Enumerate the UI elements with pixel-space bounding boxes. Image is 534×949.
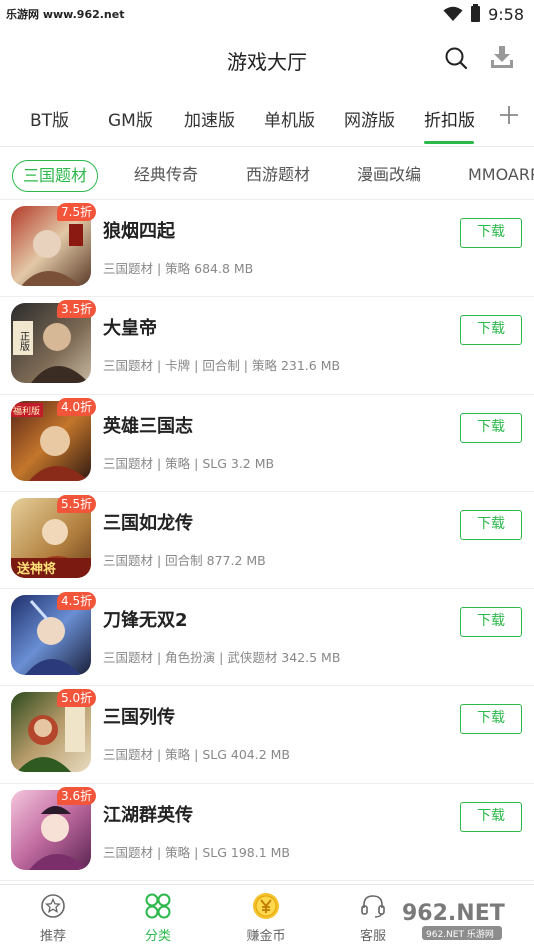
subtab-mmoarpg[interactable]: MMOARPG bbox=[468, 160, 534, 192]
list-item[interactable]: 正版 3.5折 大皇帝 三国题材 | 卡牌 | 回合制 | 策略 231.6 M… bbox=[0, 297, 534, 395]
nav-earn-coins[interactable]: 赚金币 bbox=[226, 891, 306, 944]
game-meta: 三国题材 | 策略 | SLG 3.2 MB bbox=[103, 455, 275, 471]
icon-label: 送神将 bbox=[16, 561, 56, 577]
status-indicators: 9:58 bbox=[443, 4, 524, 24]
game-name: 刀锋无双2 bbox=[103, 610, 188, 632]
download-button[interactable]: 下载 bbox=[460, 218, 522, 248]
discount-badge: 4.5折 bbox=[57, 592, 97, 611]
subtab-three-kingdoms[interactable]: 三国题材 bbox=[12, 160, 99, 192]
search-icon[interactable] bbox=[442, 44, 470, 72]
nav-label: 分类 bbox=[144, 929, 171, 944]
battery-icon bbox=[471, 4, 481, 22]
nav-recommend[interactable]: 推荐 bbox=[13, 891, 93, 944]
discount-badge: 3.6折 bbox=[57, 786, 97, 805]
game-name: 三国如龙传 bbox=[103, 512, 193, 534]
subtab-comic[interactable]: 漫画改编 bbox=[357, 160, 421, 192]
nav-category[interactable]: 分类 bbox=[118, 891, 198, 944]
nav-label: 推荐 bbox=[39, 929, 66, 944]
game-name: 大皇帝 bbox=[103, 318, 157, 340]
tab-gm[interactable]: GM版 bbox=[108, 106, 153, 131]
list-item[interactable]: 4.5折 刀锋无双2 三国题材 | 角色扮演 | 武侠题材 342.5 MB 下… bbox=[0, 589, 534, 687]
download-manager-icon[interactable] bbox=[488, 43, 516, 71]
discount-badge: 5.5折 bbox=[57, 494, 97, 513]
icon-label: 正版 bbox=[18, 331, 30, 352]
game-meta: 三国题材 | 策略 | SLG 198.1 MB bbox=[103, 844, 290, 860]
page-header: 游戏大厅 bbox=[0, 28, 534, 90]
active-tab-indicator bbox=[424, 141, 474, 144]
game-name: 英雄三国志 bbox=[103, 415, 193, 437]
discount-badge: 5.0折 bbox=[57, 689, 97, 708]
game-name: 江湖群英传 bbox=[103, 804, 193, 826]
logo-watermark-text: 962.NET 乐游网 bbox=[426, 928, 494, 940]
clock: 9:58 bbox=[488, 4, 524, 24]
download-button[interactable]: 下载 bbox=[460, 704, 522, 735]
game-meta: 三国题材 | 策略 | SLG 404.2 MB bbox=[103, 747, 290, 763]
add-category-icon[interactable] bbox=[498, 104, 520, 126]
wifi-icon bbox=[443, 6, 463, 21]
list-item[interactable]: 3.6折 江湖群英传 三国题材 | 策略 | SLG 198.1 MB 下载 bbox=[0, 784, 534, 882]
subtab-journey-west[interactable]: 西游题材 bbox=[246, 160, 310, 192]
tab-discount[interactable]: 折扣版 bbox=[424, 106, 475, 131]
download-button[interactable]: 下载 bbox=[460, 412, 522, 443]
game-list: 7.5折 狼烟四起 三国题材 | 策略 684.8 MB 下载 正版 3.5折 … bbox=[0, 200, 534, 882]
divider bbox=[0, 146, 534, 147]
coin-icon bbox=[253, 893, 279, 919]
game-meta: 三国题材 | 卡牌 | 回合制 | 策略 231.6 MB bbox=[103, 358, 341, 374]
tab-online[interactable]: 网游版 bbox=[344, 106, 395, 131]
status-bar: 乐游网 www.962.net 9:58 bbox=[0, 0, 534, 28]
category-tabs: BT版 GM版 加速版 单机版 网游版 折扣版 bbox=[0, 92, 534, 144]
list-item[interactable]: 送神将 5.5折 三国如龙传 三国题材 | 回合制 877.2 MB 下载 bbox=[0, 492, 534, 590]
list-item[interactable]: 福利版 4.0折 英雄三国志 三国题材 | 策略 | SLG 3.2 MB 下载 bbox=[0, 395, 534, 492]
list-item[interactable]: 5.0折 三国列传 三国题材 | 策略 | SLG 404.2 MB 下载 bbox=[0, 686, 534, 784]
download-button[interactable]: 下载 bbox=[460, 607, 522, 638]
game-meta: 三国题材 | 策略 684.8 MB bbox=[103, 261, 254, 276]
subcategory-tabs: 三国题材 经典传奇 西游题材 漫画改编 MMOARPG bbox=[0, 152, 534, 194]
game-name: 三国列传 bbox=[103, 707, 175, 729]
icon-label: 福利版 bbox=[13, 405, 40, 417]
download-button[interactable]: 下载 bbox=[460, 801, 522, 832]
site-logo-watermark: 962.NET 962.NET 乐游网 bbox=[396, 898, 526, 942]
game-name: 狼烟四起 bbox=[103, 221, 175, 242]
discount-badge: 7.5折 bbox=[57, 203, 97, 221]
game-meta: 三国题材 | 角色扮演 | 武侠题材 342.5 MB bbox=[103, 650, 341, 666]
download-button[interactable]: 下载 bbox=[460, 509, 522, 540]
tab-single[interactable]: 单机版 bbox=[264, 106, 315, 131]
download-button[interactable]: 下载 bbox=[460, 315, 522, 346]
discount-badge: 4.0折 bbox=[57, 397, 97, 416]
discount-badge: 3.5折 bbox=[57, 300, 97, 319]
game-meta: 三国题材 | 回合制 877.2 MB bbox=[103, 552, 266, 568]
nav-label: 赚金币 bbox=[246, 929, 286, 944]
site-watermark: 乐游网 www.962.net bbox=[6, 8, 125, 21]
headset-icon bbox=[361, 895, 385, 918]
subtab-classic-legend[interactable]: 经典传奇 bbox=[134, 160, 198, 192]
tab-bt[interactable]: BT版 bbox=[30, 106, 69, 131]
svg-text:962.NET: 962.NET bbox=[402, 901, 505, 926]
star-circle-icon bbox=[41, 894, 65, 918]
list-item[interactable]: 7.5折 狼烟四起 三国题材 | 策略 684.8 MB 下载 bbox=[0, 200, 534, 298]
category-grid-icon bbox=[145, 893, 171, 919]
tab-speedup[interactable]: 加速版 bbox=[184, 106, 235, 131]
